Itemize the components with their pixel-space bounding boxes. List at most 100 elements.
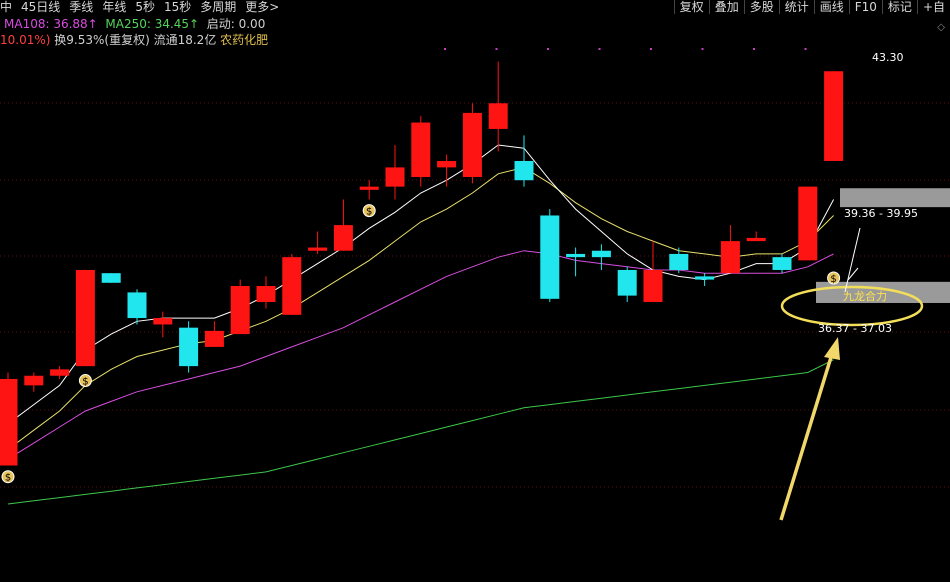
industry-name: 农药化肥	[220, 33, 269, 47]
candle-body[interactable]	[256, 286, 276, 303]
ma-magenta-line	[7, 250, 834, 460]
candle-body[interactable]	[24, 375, 44, 386]
upper-gap-band	[840, 188, 950, 208]
candle[interactable]	[230, 279, 250, 335]
candle-body[interactable]	[824, 71, 844, 161]
candle-body[interactable]	[669, 253, 689, 270]
candles[interactable]	[0, 61, 844, 466]
candle-body[interactable]	[0, 378, 18, 466]
adjust-button[interactable]: 复权	[673, 0, 709, 14]
candle-body[interactable]	[359, 186, 379, 190]
period-dot	[650, 48, 652, 50]
candle[interactable]	[308, 231, 328, 254]
period-multi[interactable]: 多周期	[200, 0, 236, 14]
stock-info-line: 10.01%) 换9.53%(重复权) 流通18.2亿 农药化肥	[0, 33, 268, 47]
moving-average-lines	[7, 144, 835, 505]
candle-body[interactable]	[643, 269, 663, 303]
candle[interactable]	[282, 253, 302, 315]
candle[interactable]	[24, 372, 44, 392]
candle[interactable]	[385, 144, 405, 200]
candle[interactable]	[179, 321, 199, 373]
change-percent: 10.01%)	[0, 33, 51, 47]
candle-body[interactable]	[179, 327, 199, 367]
candle-body[interactable]	[514, 160, 534, 181]
candle[interactable]	[643, 241, 663, 303]
candle-body[interactable]	[204, 330, 224, 347]
candle[interactable]	[462, 103, 482, 184]
candle-body[interactable]	[101, 273, 121, 283]
candle[interactable]	[514, 135, 534, 187]
mark-button[interactable]: 标记	[881, 0, 917, 14]
expand-icon[interactable]: ◇	[937, 22, 945, 33]
candle-body[interactable]	[50, 369, 70, 376]
period-item[interactable]: 中	[0, 0, 12, 14]
lower-range-label: 36.37 - 37.03	[818, 322, 892, 335]
candle-body[interactable]	[385, 167, 405, 187]
statistics-button[interactable]: 统计	[778, 0, 814, 14]
period-45day[interactable]: 45日线	[21, 0, 60, 14]
period-year[interactable]: 年线	[102, 0, 126, 14]
candle-body[interactable]	[411, 122, 431, 178]
period-15sec[interactable]: 15秒	[164, 0, 191, 14]
candle[interactable]	[617, 266, 637, 303]
multi-stock-button[interactable]: 多股	[743, 0, 779, 14]
candle[interactable]	[488, 61, 508, 152]
candle[interactable]	[540, 209, 560, 303]
candle-body[interactable]	[282, 257, 302, 315]
candle-body[interactable]	[617, 269, 637, 296]
candle-body[interactable]	[75, 269, 95, 367]
candle-body[interactable]	[566, 253, 586, 258]
candle-body[interactable]	[333, 225, 353, 251]
candle[interactable]	[411, 116, 431, 187]
period-more[interactable]: 更多>	[245, 0, 279, 14]
candle[interactable]	[333, 199, 353, 251]
candle[interactable]	[437, 154, 457, 187]
candle[interactable]	[204, 321, 224, 347]
candle[interactable]	[256, 276, 276, 309]
candle-body[interactable]	[798, 186, 818, 261]
candle[interactable]	[75, 269, 95, 367]
overlay-annotations	[779, 227, 924, 521]
overlay-button[interactable]: 叠加	[708, 0, 744, 14]
turnover-rate: 换9.53%(重复权)	[54, 33, 150, 47]
candle-body[interactable]	[540, 215, 560, 299]
candle[interactable]	[359, 180, 379, 200]
candle-body[interactable]	[746, 237, 766, 242]
candle-body[interactable]	[462, 112, 482, 178]
candle[interactable]	[798, 186, 818, 261]
kline-chart[interactable]: ◇ $ $ $ $	[0, 0, 950, 582]
period-dot	[753, 48, 755, 50]
ma-green-line	[7, 359, 834, 505]
candle[interactable]	[746, 231, 766, 242]
period-dot	[444, 48, 446, 50]
candle[interactable]	[127, 289, 147, 325]
period-dot	[804, 48, 807, 50]
candle-body[interactable]	[308, 247, 328, 251]
period-selector: 中 45日线 季线 年线 5秒 15秒 多周期 更多>	[0, 0, 288, 14]
candle[interactable]	[824, 71, 844, 161]
candle-body[interactable]	[488, 103, 508, 129]
add-custom-button[interactable]: +自	[916, 0, 950, 14]
candle-body[interactable]	[695, 276, 715, 280]
candle[interactable]	[153, 311, 173, 338]
candle[interactable]	[566, 247, 586, 277]
candle-body[interactable]	[720, 241, 740, 274]
candle-body[interactable]	[230, 286, 250, 335]
candle[interactable]	[695, 273, 715, 286]
ma-white-line	[7, 144, 835, 425]
candle[interactable]	[101, 273, 121, 283]
candle-body[interactable]	[772, 257, 792, 270]
upper-range-label: 39.36 - 39.95	[844, 207, 918, 220]
candle[interactable]	[0, 372, 18, 466]
candle[interactable]	[772, 253, 792, 274]
candle-body[interactable]	[437, 160, 457, 168]
candle[interactable]	[591, 244, 611, 270]
draw-line-button[interactable]: 画线	[813, 0, 849, 14]
period-5sec[interactable]: 5秒	[135, 0, 155, 14]
f10-button[interactable]: F10	[848, 0, 882, 14]
candle[interactable]	[720, 225, 740, 274]
candle-body[interactable]	[591, 250, 611, 258]
period-quarter[interactable]: 季线	[69, 0, 93, 14]
candle-body[interactable]	[153, 318, 173, 325]
candle-body[interactable]	[127, 292, 147, 319]
